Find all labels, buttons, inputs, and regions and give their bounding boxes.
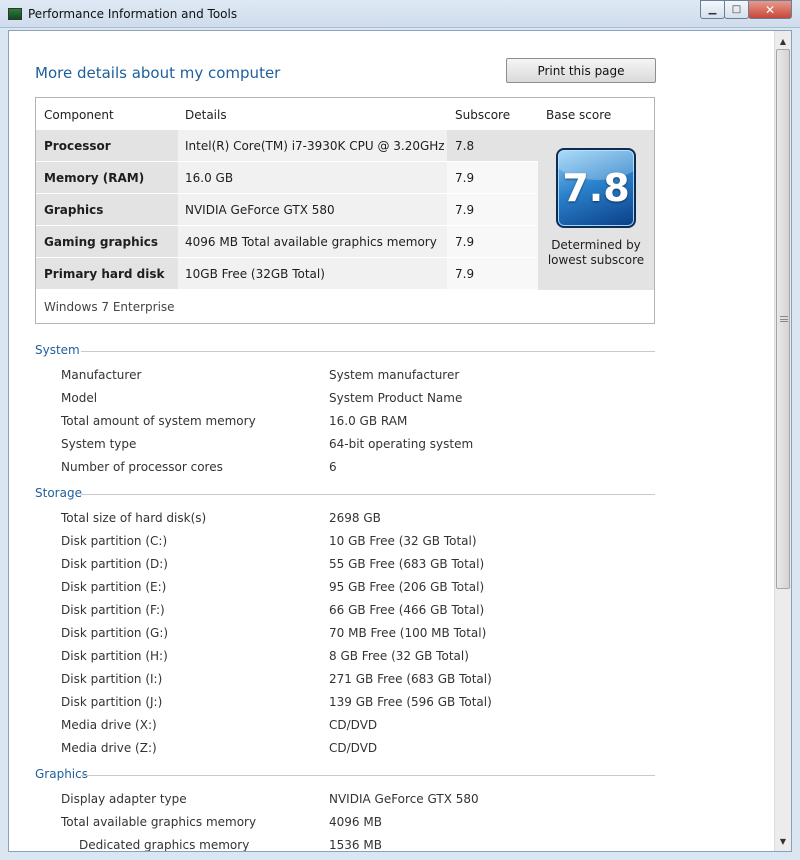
section-divider [81,351,655,352]
details-page: More details about my computer Print thi… [9,31,775,851]
component-subscore: 7.8 [447,130,538,161]
kv-value: 16.0 GB RAM [329,414,408,428]
column-header-details: Details [185,108,227,122]
close-button[interactable]: ✕ [748,0,792,19]
section-title-graphics: Graphics [35,767,88,781]
print-page-button[interactable]: Print this page [506,58,656,83]
kv-value: 64-bit operating system [329,437,474,451]
window-title: Performance Information and Tools [28,7,238,21]
component-subscore: 7.9 [447,226,538,257]
kv-value: 8 GB Free (32 GB Total) [329,649,469,663]
kv-label: Media drive (X:) [61,718,157,732]
component-name: Primary hard disk [36,258,178,289]
scroll-grip-icon [780,316,788,322]
kv-label: Total amount of system memory [61,414,256,428]
kv-label: Number of processor cores [61,460,223,474]
kv-label: Dedicated graphics memory [79,838,250,851]
component-name: Processor [36,130,178,161]
kv-value: 10 GB Free (32 GB Total) [329,534,477,548]
kv-label: Disk partition (G:) [61,626,169,640]
page-title: More details about my computer [35,64,281,82]
performance-app-icon [8,8,22,20]
component-name: Gaming graphics [36,226,178,257]
kv-label: Disk partition (F:) [61,603,165,617]
kv-value: 55 GB Free (683 GB Total) [329,557,485,571]
score-row-processor: Processor Intel(R) Core(TM) i7-3930K CPU… [36,130,538,161]
minimize-button[interactable]: ▁ [700,0,725,19]
base-caption-line-1: Determined by [551,238,641,252]
base-score-caption: Determined by lowest subscore [538,238,654,268]
kv-value: 6 [329,460,337,474]
kv-value: 95 GB Free (206 GB Total) [329,580,485,594]
component-details: 16.0 GB [178,162,447,193]
component-details: Intel(R) Core(TM) i7-3930K CPU @ 3.20GHz [178,130,447,161]
section-divider [81,494,655,495]
score-row-memory: Memory (RAM) 16.0 GB 7.9 [36,162,538,193]
scroll-down-arrow-icon[interactable]: ▼ [775,833,791,849]
component-details: NVIDIA GeForce GTX 580 [178,194,447,225]
kv-label: Disk partition (I:) [61,672,163,686]
section-title-system: System [35,343,80,357]
kv-value: System manufacturer [329,368,460,382]
kv-value: 70 MB Free (100 MB Total) [329,626,487,640]
score-row-primary-hard-disk: Primary hard disk 10GB Free (32GB Total)… [36,258,538,289]
kv-value: CD/DVD [329,718,378,732]
section-divider [81,775,655,776]
base-caption-line-2: lowest subscore [547,253,645,267]
kv-label: Disk partition (E:) [61,580,167,594]
component-name: Graphics [36,194,178,225]
kv-value: 271 GB Free (683 GB Total) [329,672,492,686]
kv-label: Disk partition (H:) [61,649,168,663]
component-details: 10GB Free (32GB Total) [178,258,447,289]
kv-label: Disk partition (J:) [61,695,163,709]
column-header-subscore: Subscore [455,108,511,122]
scroll-up-arrow-icon[interactable]: ▲ [775,33,791,49]
score-row-graphics: Graphics NVIDIA GeForce GTX 580 7.9 [36,194,538,225]
kv-label: Disk partition (C:) [61,534,168,548]
kv-value: 4096 MB [329,815,382,829]
kv-value: System Product Name [329,391,463,405]
kv-label: Media drive (Z:) [61,741,157,755]
window-controls: ▁ □ ✕ [700,0,792,20]
scroll-thumb[interactable] [776,49,790,589]
kv-label: System type [61,437,137,451]
kv-value: 2698 GB [329,511,381,525]
section-title-storage: Storage [35,486,82,500]
vertical-scrollbar[interactable]: ▲ ▼ [774,31,791,851]
maximize-button[interactable]: □ [724,0,749,19]
kv-label: Total available graphics memory [61,815,257,829]
kv-label: Total size of hard disk(s) [61,511,207,525]
column-header-base-score: Base score [546,108,612,122]
base-score-badge: 7.8 [556,148,636,228]
window-client-area: More details about my computer Print thi… [8,30,792,852]
os-edition: Windows 7 Enterprise [44,300,175,314]
title-bar: Performance Information and Tools ▁ □ ✕ [0,0,800,28]
kv-label: Disk partition (D:) [61,557,168,571]
score-row-gaming-graphics: Gaming graphics 4096 MB Total available … [36,226,538,257]
component-subscore: 7.9 [447,194,538,225]
component-details: 4096 MB Total available graphics memory [178,226,447,257]
kv-label: Model [61,391,98,405]
kv-value: 139 GB Free (596 GB Total) [329,695,492,709]
component-name: Memory (RAM) [36,162,178,193]
score-table-header: Component Details Subscore Base score [36,98,654,130]
kv-value: NVIDIA GeForce GTX 580 [329,792,479,806]
kv-value: CD/DVD [329,741,378,755]
base-score-value: 7.8 [562,166,630,210]
component-subscore: 7.9 [447,162,538,193]
kv-value: 1536 MB [329,838,382,851]
kv-label: Manufacturer [61,368,142,382]
kv-value: 66 GB Free (466 GB Total) [329,603,485,617]
score-table: Component Details Subscore Base score Pr… [35,97,655,324]
kv-label: Display adapter type [61,792,187,806]
base-score-panel: 7.8 Determined by lowest subscore [538,130,654,290]
component-subscore: 7.9 [447,258,538,289]
column-header-component: Component [44,108,114,122]
